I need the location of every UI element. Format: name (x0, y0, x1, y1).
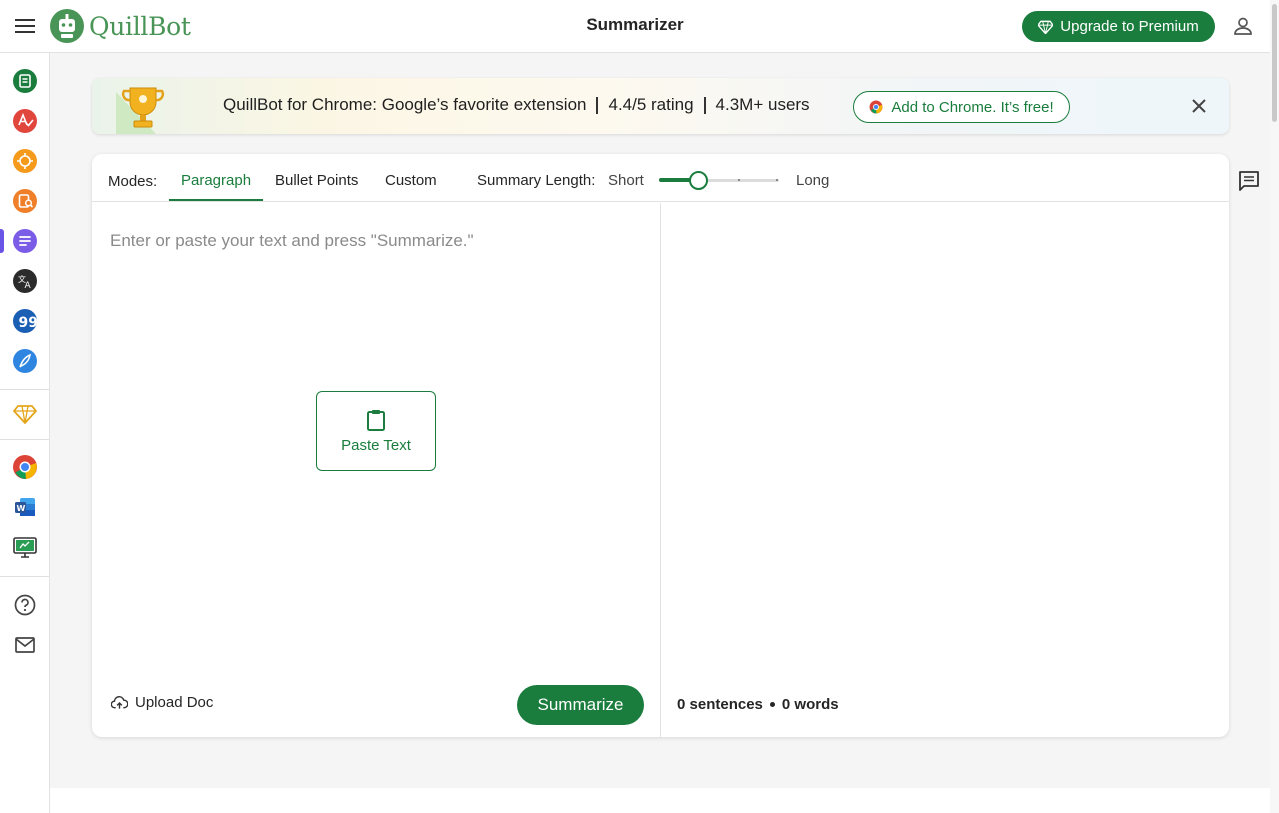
translator-icon[interactable]: 文A (12, 268, 38, 294)
stats-separator (769, 702, 775, 707)
length-short-label: Short (608, 172, 644, 189)
upload-doc-label: Upload Doc (135, 694, 214, 711)
sentence-count: 0 sentences (677, 696, 763, 713)
word-addin-icon[interactable]: W (12, 494, 38, 520)
paste-text-label: Paste Text (341, 436, 411, 454)
upgrade-premium-label: Upgrade to Premium (1060, 18, 1199, 35)
svg-text:A: A (25, 281, 32, 291)
summary-length-label: Summary Length: (477, 172, 596, 189)
summary-input[interactable] (110, 226, 640, 256)
sidebar-divider (0, 389, 49, 390)
summary-length-slider[interactable] (659, 170, 779, 190)
clipboard-icon (367, 409, 385, 431)
slider-step-dot (776, 179, 778, 181)
tab-paragraph[interactable]: Paragraph (181, 172, 251, 189)
banner-rating: 4.4/5 rating (608, 95, 694, 114)
citation-generator-icon[interactable]: 99 (12, 308, 38, 334)
svg-text:99: 99 (19, 315, 38, 331)
modes-label: Modes: (108, 173, 158, 190)
account-icon[interactable] (1232, 15, 1254, 37)
add-to-chrome-label: Add to Chrome. It’s free! (891, 98, 1054, 116)
top-bar: QuillBot Summarizer Upgrade to Premium (0, 0, 1270, 53)
grammar-checker-icon[interactable] (12, 108, 38, 134)
chrome-extension-icon[interactable] (12, 454, 38, 480)
trophy-icon (116, 87, 165, 134)
pane-divider (660, 203, 661, 737)
word-count: 0 words (781, 696, 839, 713)
paste-text-button[interactable]: Paste Text (316, 391, 436, 471)
help-icon[interactable] (12, 592, 38, 618)
tab-custom[interactable]: Custom (385, 172, 437, 189)
diamond-icon (1038, 20, 1054, 34)
sidebar-divider (0, 439, 49, 440)
close-icon[interactable] (1189, 96, 1209, 116)
sidebar-divider (0, 576, 49, 577)
slider-thumb[interactable] (689, 171, 708, 190)
cloud-upload-icon (111, 695, 128, 709)
active-tool-indicator (0, 229, 4, 253)
banner-message: QuillBot for Chrome: Google’s favorite e… (223, 95, 810, 115)
chrome-logo-icon (869, 100, 883, 114)
chrome-promo-banner: QuillBot for Chrome: Google’s favorite e… (92, 78, 1229, 134)
summarize-button[interactable]: Summarize (517, 685, 644, 725)
output-stats: 0 sentences 0 words (677, 696, 839, 713)
tool-sidebar: 文A 99 W (0, 53, 50, 813)
length-long-label: Long (796, 172, 830, 189)
banner-separator (703, 96, 706, 114)
main-content: QuillBot for Chrome: Google’s favorite e… (50, 53, 1270, 788)
plagiarism-checker-icon[interactable] (12, 188, 38, 214)
paraphraser-icon[interactable] (12, 68, 38, 94)
page-footer-strip (50, 788, 1270, 813)
upload-doc-button[interactable]: Upload Doc (111, 694, 213, 711)
summarizer-card: Modes: Paragraph Bullet Points Custom Su… (92, 154, 1229, 737)
tab-bullet-points[interactable]: Bullet Points (275, 172, 358, 189)
active-tab-underline (169, 199, 263, 201)
add-to-chrome-button[interactable]: Add to Chrome. It’s free! (853, 91, 1070, 123)
modes-toolbar: Modes: Paragraph Bullet Points Custom Su… (92, 154, 1229, 202)
premium-diamond-icon[interactable] (12, 400, 38, 426)
summarizer-icon[interactable] (12, 228, 38, 254)
svg-text:W: W (17, 504, 26, 513)
feedback-icon[interactable] (1238, 170, 1260, 192)
mail-icon[interactable] (12, 632, 38, 658)
banner-main-text: QuillBot for Chrome: Google’s favorite e… (223, 95, 587, 114)
upgrade-premium-button[interactable]: Upgrade to Premium (1022, 11, 1215, 42)
slider-step-dot (738, 179, 740, 181)
banner-separator (596, 96, 599, 114)
banner-users: 4.3M+ users (715, 95, 810, 114)
desktop-app-icon[interactable] (12, 534, 38, 560)
page-scrollbar-thumb[interactable] (1272, 4, 1277, 122)
quillbot-flow-icon[interactable] (12, 348, 38, 374)
ai-detector-icon[interactable] (12, 148, 38, 174)
